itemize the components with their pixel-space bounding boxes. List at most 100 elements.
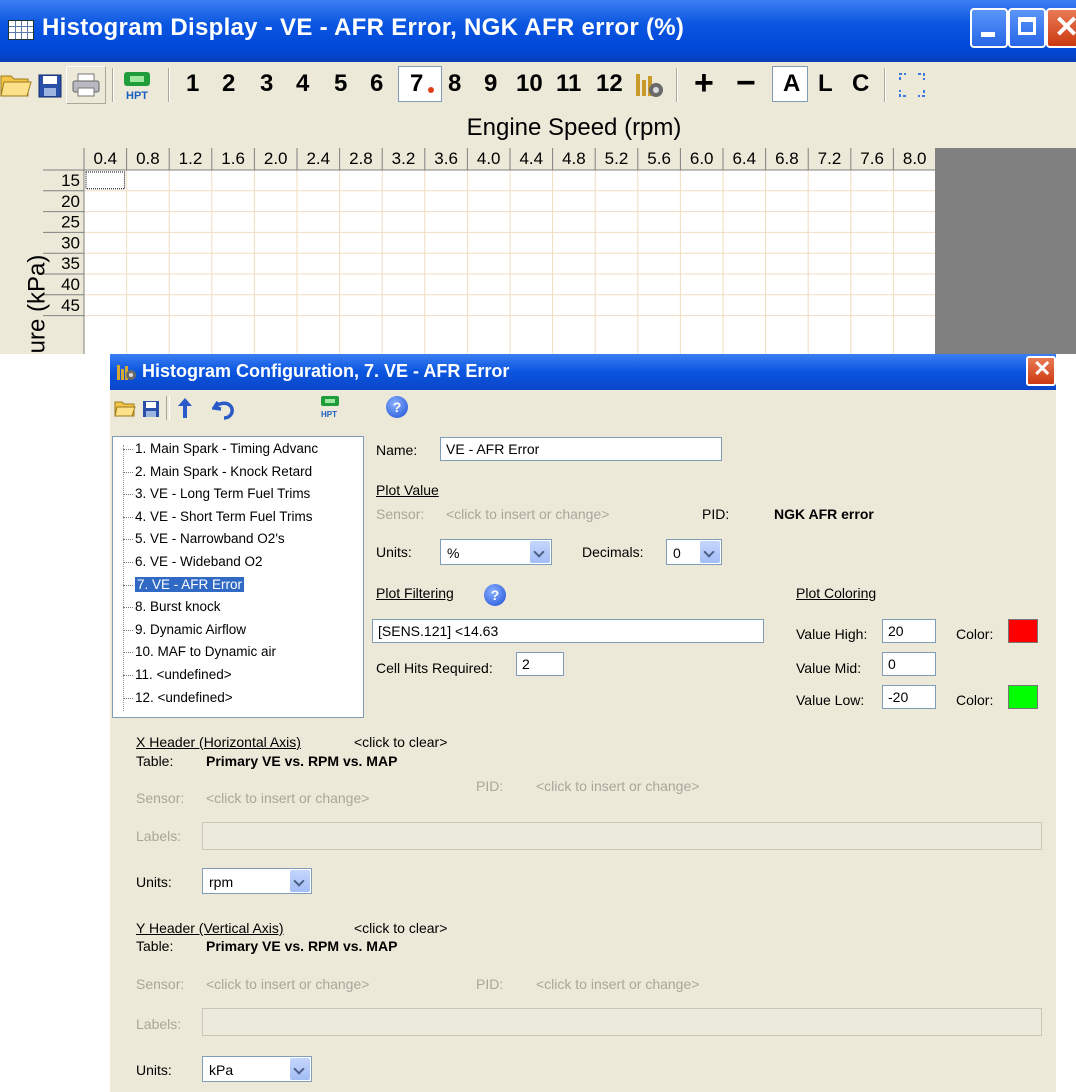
x-sensor-picker[interactable]: <click to insert or change>	[206, 790, 369, 806]
fullscreen-icon[interactable]	[898, 72, 926, 98]
tree-item[interactable]: 9. Dynamic Airflow	[121, 622, 248, 637]
tree-item[interactable]: 8. Burst knock	[121, 599, 223, 614]
value-low-input[interactable]: -20	[882, 685, 936, 709]
color-high-swatch[interactable]	[1008, 619, 1038, 643]
color-low-swatch[interactable]	[1008, 685, 1038, 709]
x-labels-input[interactable]	[202, 822, 1042, 850]
zoom-out-button[interactable]: −	[736, 64, 756, 103]
column-header-label: 6.8	[775, 149, 799, 168]
x-units-select[interactable]: rpm	[202, 868, 312, 894]
tree-connector	[123, 697, 133, 699]
units-label: Units:	[376, 544, 412, 560]
close-button[interactable]: ✕	[1046, 8, 1076, 48]
histogram-5-button[interactable]: 5	[334, 70, 347, 98]
save-icon[interactable]	[38, 74, 62, 98]
histogram-4-button[interactable]: 4	[296, 70, 309, 98]
help-icon[interactable]: ?	[386, 396, 408, 418]
tree-item[interactable]: 6. VE - Wideband O2	[121, 554, 265, 569]
decimals-select[interactable]: 0	[666, 539, 722, 565]
y-pid-picker[interactable]: <click to insert or change>	[536, 976, 699, 992]
open-folder-icon[interactable]	[114, 398, 136, 418]
tree-item[interactable]: 12. <undefined>	[121, 690, 235, 705]
tree-item[interactable]: 10. MAF to Dynamic air	[121, 644, 278, 659]
filter-help-icon[interactable]: ?	[484, 584, 506, 606]
up-arrow-icon[interactable]	[174, 396, 196, 420]
toggle-l-button[interactable]: L	[818, 70, 833, 98]
maximize-button[interactable]	[1008, 8, 1046, 48]
x-pid-picker[interactable]: <click to insert or change>	[536, 778, 699, 794]
tree-item-label: 11. <undefined>	[135, 667, 232, 682]
tree-item[interactable]: 3. VE - Long Term Fuel Trims	[121, 486, 312, 501]
row-header-label: 25	[61, 213, 80, 232]
tree-item-label: 4. VE - Short Term Fuel Trims	[135, 508, 313, 524]
y-sensor-label: Sensor:	[136, 976, 185, 992]
toolbar-separator	[112, 68, 114, 102]
histogram-12-button[interactable]: 12	[596, 70, 623, 98]
histogram-7-button[interactable]: 7	[398, 66, 442, 102]
config-title: Histogram Configuration, 7. VE - AFR Err…	[142, 361, 510, 381]
column-header-label: 6.0	[690, 149, 714, 168]
tree-item[interactable]: 5. VE - Narrowband O2's	[121, 531, 287, 546]
hpt-icon[interactable]: HPT	[318, 394, 344, 420]
histogram-10-button[interactable]: 10	[516, 70, 543, 98]
focused-cell[interactable]	[85, 171, 126, 190]
histogram-6-button[interactable]: 6	[370, 70, 383, 98]
pid-value[interactable]: NGK AFR error	[774, 506, 874, 522]
y-header-clear[interactable]: <click to clear>	[354, 920, 447, 936]
value-mid-input[interactable]: 0	[882, 652, 936, 676]
column-header-label: 1.6	[221, 149, 245, 168]
y-sensor-picker[interactable]: <click to insert or change>	[206, 976, 369, 992]
hpt-icon[interactable]: HPT	[120, 70, 156, 102]
undo-icon[interactable]	[212, 398, 236, 420]
column-header-label: 4.8	[562, 149, 586, 168]
units-select[interactable]: %	[440, 539, 552, 565]
plot-coloring-heading: Plot Coloring	[796, 585, 877, 601]
x-header-clear[interactable]: <click to clear>	[354, 734, 447, 750]
tree-item[interactable]: 4. VE - Short Term Fuel Trims	[121, 509, 315, 524]
histogram-config-icon[interactable]	[634, 70, 666, 100]
sensor-picker[interactable]: <click to insert or change>	[446, 506, 609, 522]
histogram-8-button[interactable]: 8	[448, 70, 461, 98]
minimize-button[interactable]	[970, 8, 1008, 48]
y-labels-input[interactable]	[202, 1008, 1042, 1036]
histogram-2-button[interactable]: 2	[222, 70, 235, 98]
y-pid-label: PID:	[476, 976, 504, 992]
histogram-9-button[interactable]: 9	[484, 70, 497, 98]
toggle-a-button[interactable]: A	[772, 66, 808, 102]
row-header-label: 20	[61, 192, 80, 211]
plot-filtering-heading: Plot Filtering	[376, 585, 454, 601]
column-header-label: 1.2	[179, 149, 203, 168]
tree-item-label: 12. <undefined>	[135, 689, 233, 705]
zoom-in-button[interactable]: +	[694, 64, 714, 103]
histogram-1-button[interactable]: 1	[186, 70, 199, 98]
tree-item[interactable]: 1. Main Spark - Timing Advanc	[121, 441, 320, 456]
y-units-select[interactable]: kPa	[202, 1056, 312, 1082]
save-icon[interactable]	[142, 400, 160, 418]
decimals-select-value: 0	[673, 545, 681, 561]
value-mid-label: Value Mid:	[796, 660, 862, 676]
histogram-11-button[interactable]: 11	[556, 70, 581, 98]
cell-hits-input[interactable]: 2	[516, 652, 564, 676]
tree-item-label: 1. Main Spark - Timing Advanc	[135, 441, 319, 456]
svg-text:HPT: HPT	[126, 90, 148, 102]
tree-connector	[123, 448, 133, 450]
value-high-input[interactable]: 20	[882, 619, 936, 643]
x-pid-label: PID:	[476, 778, 504, 794]
open-folder-icon[interactable]	[0, 70, 32, 98]
histogram-3-button[interactable]: 3	[260, 70, 273, 98]
x-table-label: Table:	[136, 753, 174, 769]
tree-connector	[123, 561, 133, 563]
name-input[interactable]: VE - AFR Error	[440, 437, 722, 461]
column-header-label: 4.0	[477, 149, 501, 168]
grid-empty-area	[935, 148, 1076, 354]
tree-connector	[123, 471, 133, 473]
print-button[interactable]	[66, 66, 106, 104]
tree-item[interactable]: 7. VE - AFR Error	[121, 576, 246, 592]
config-close-button[interactable]: ✕	[1026, 356, 1056, 386]
toggle-c-button[interactable]: C	[852, 70, 869, 98]
toolbar-separator	[676, 68, 678, 102]
tree-item[interactable]: 2. Main Spark - Knock Retard	[121, 464, 314, 479]
y-header-heading: Y Header (Vertical Axis)	[136, 920, 284, 936]
filter-input[interactable]: [SENS.121] <14.63	[372, 619, 764, 643]
tree-item[interactable]: 11. <undefined>	[121, 667, 234, 682]
